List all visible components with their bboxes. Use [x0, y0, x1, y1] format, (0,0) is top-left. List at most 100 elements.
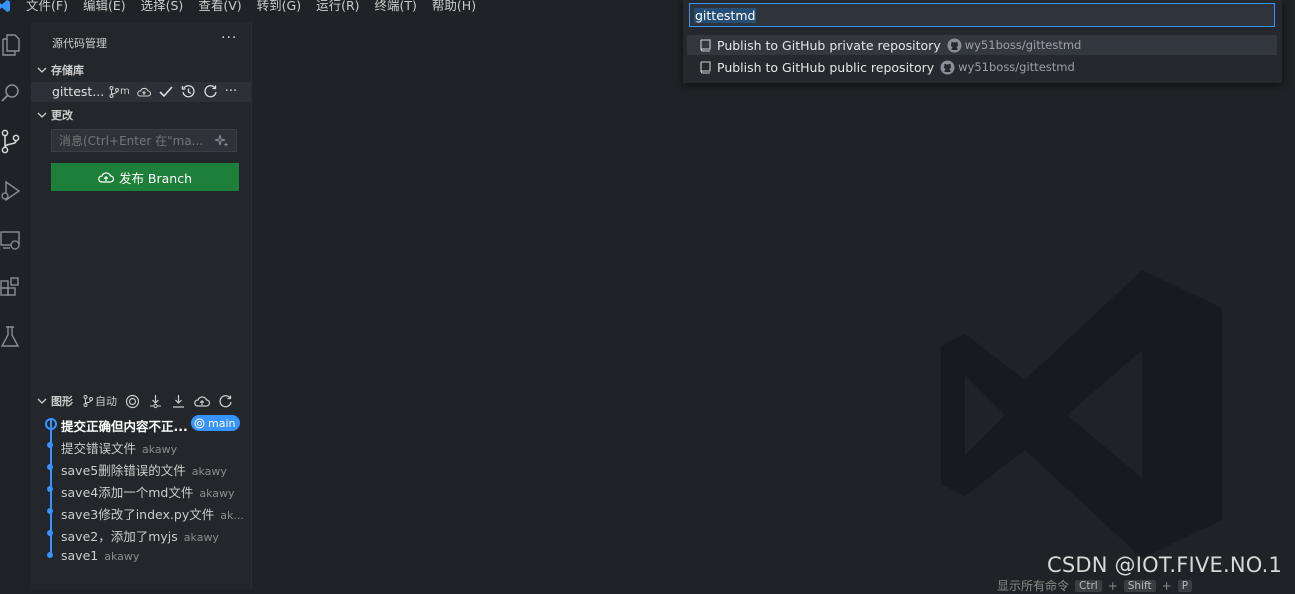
commit-check-icon[interactable] — [158, 85, 174, 99]
run-debug-icon[interactable] — [0, 171, 31, 211]
sparkle-icon[interactable] — [214, 134, 230, 148]
key-p: P — [1177, 579, 1193, 592]
key-ctrl: Ctrl — [1075, 579, 1102, 592]
branch-short-label: m — [120, 86, 130, 97]
key-shift: Shift — [1123, 579, 1156, 592]
source-control-icon[interactable] — [0, 122, 31, 162]
refresh-icon[interactable] — [203, 84, 218, 99]
repository-row[interactable]: gittest... m ··· — [31, 82, 251, 102]
publish-branch-button[interactable]: 发布 Branch — [51, 163, 239, 191]
repo-icon — [700, 38, 711, 52]
commit-author: akawy — [183, 531, 219, 544]
commit-node — [47, 486, 53, 492]
sidebar-title: 源代码管理 — [52, 37, 107, 50]
commit-row[interactable]: 提交正确但内容不正... main — [31, 412, 251, 434]
extensions-icon[interactable] — [0, 268, 31, 308]
commit-node — [47, 530, 53, 536]
commit-author: akawy — [104, 550, 140, 563]
vscode-watermark-icon — [941, 270, 1222, 558]
graph-toolbar: 自动 — [83, 393, 233, 409]
testing-icon[interactable] — [0, 317, 31, 357]
publish-cloud-icon[interactable] — [136, 86, 151, 98]
menu-file[interactable]: 文件(F) — [26, 0, 68, 14]
repositories-label: 存储库 — [51, 64, 84, 77]
commit-graph-list: 提交正确但内容不正... main 提交错误文件 akawy save5删除错误的… — [31, 412, 251, 566]
explorer-icon[interactable] — [0, 25, 31, 65]
quick-pick-item[interactable]: Publish to GitHub public repository wy51… — [687, 57, 1277, 77]
quick-pick-input-value: gittestmd — [694, 8, 757, 23]
menu-list: 文件(F) 编辑(E) 选择(S) 查看(V) 转到(G) 运行(R) 终端(T… — [26, 0, 491, 14]
commit-author: akawy — [142, 443, 178, 456]
commit-row[interactable]: save2，添加了myjs akawy — [31, 522, 251, 544]
commit-message: save4添加一个md文件 akawy — [61, 485, 235, 500]
search-icon[interactable] — [0, 73, 31, 113]
git-branch-icon — [109, 85, 119, 98]
github-icon — [947, 38, 962, 52]
key-plus: + — [1161, 578, 1172, 593]
menu-selection[interactable]: 选择(S) — [141, 0, 184, 14]
commit-row[interactable]: save4添加一个md文件 akawy — [31, 478, 251, 500]
quick-pick-item-description: wy51boss/gittestmd — [958, 60, 1075, 74]
target-icon[interactable] — [125, 394, 140, 409]
chevron-down-icon — [37, 67, 47, 73]
commit-node — [47, 442, 53, 448]
changes-section-header[interactable]: 更改 — [37, 107, 73, 123]
commit-author: akawy — [191, 465, 227, 478]
commit-message: 提交正确但内容不正... — [61, 419, 188, 434]
quick-pick-input[interactable]: gittestmd — [689, 3, 1275, 27]
branch-indicator[interactable]: m — [109, 85, 130, 98]
refresh-icon[interactable] — [218, 394, 233, 409]
commit-row[interactable]: save5删除错误的文件 akawy — [31, 456, 251, 478]
chevron-down-icon — [37, 398, 47, 404]
repo-more-icon[interactable]: ··· — [225, 84, 237, 99]
commit-message-box — [51, 129, 237, 152]
graph-section-header[interactable]: 图形 自动 — [37, 393, 251, 409]
repository-actions: m ··· — [109, 84, 237, 99]
vscode-logo-icon — [0, 0, 10, 12]
commit-message: save1 akawy — [61, 548, 140, 563]
remote-explorer-icon[interactable] — [0, 220, 31, 260]
commit-message-input[interactable] — [57, 133, 211, 149]
menu-go[interactable]: 转到(G) — [257, 0, 301, 14]
quick-pick-item-label: Publish to GitHub public repository — [717, 59, 935, 75]
menu-terminal[interactable]: 终端(T) — [375, 0, 417, 14]
git-branch-icon — [83, 395, 93, 407]
graph-label: 图形 — [51, 395, 73, 408]
menu-help[interactable]: 帮助(H) — [432, 0, 476, 14]
chevron-down-icon — [37, 112, 47, 118]
commit-author: ak... — [220, 509, 244, 522]
commit-row[interactable]: save1 akawy — [31, 544, 251, 566]
quick-pick-item-label: Publish to GitHub private repository — [717, 37, 941, 53]
quick-pick-item[interactable]: Publish to GitHub private repository wy5… — [687, 35, 1277, 55]
push-cloud-icon[interactable] — [194, 395, 210, 408]
repositories-section-header[interactable]: 存储库 — [37, 62, 84, 78]
menu-edit[interactable]: 编辑(E) — [83, 0, 126, 14]
commit-node — [47, 464, 53, 470]
commit-row[interactable]: 提交错误文件 akawy — [31, 434, 251, 456]
commit-author: akawy — [199, 487, 235, 500]
changes-label: 更改 — [51, 109, 73, 122]
history-icon[interactable] — [181, 84, 196, 99]
commit-node — [47, 552, 53, 558]
commit-message: save2，添加了myjs akawy — [61, 529, 219, 544]
publish-branch-label: 发布 Branch — [118, 170, 193, 186]
editor-area — [252, 22, 1295, 589]
fetch-icon[interactable] — [148, 394, 163, 409]
github-icon — [940, 60, 955, 74]
show-all-commands-hint: 显示所有命令 Ctrl + Shift + P — [997, 577, 1193, 594]
commit-message: save3修改了index.py文件 ak... — [61, 507, 244, 522]
hint-text: 显示所有命令 — [997, 579, 1070, 593]
menu-run[interactable]: 运行(R) — [316, 0, 359, 14]
auto-branch-filter[interactable]: 自动 — [83, 393, 117, 409]
target-icon — [194, 418, 205, 428]
commit-node — [47, 508, 53, 514]
pull-icon[interactable] — [171, 394, 186, 409]
menu-view[interactable]: 查看(V) — [198, 0, 241, 14]
branch-badge-main: main — [191, 415, 241, 431]
more-actions-icon[interactable]: ··· — [221, 30, 237, 46]
commit-row[interactable]: save3修改了index.py文件 ak... — [31, 500, 251, 522]
activity-bar — [0, 22, 31, 589]
repository-name: gittest... — [52, 84, 105, 99]
csdn-watermark: CSDN @IOT.FIVE.NO.1 — [1047, 553, 1283, 577]
quick-pick: gittestmd Publish to GitHub private repo… — [683, 0, 1282, 83]
